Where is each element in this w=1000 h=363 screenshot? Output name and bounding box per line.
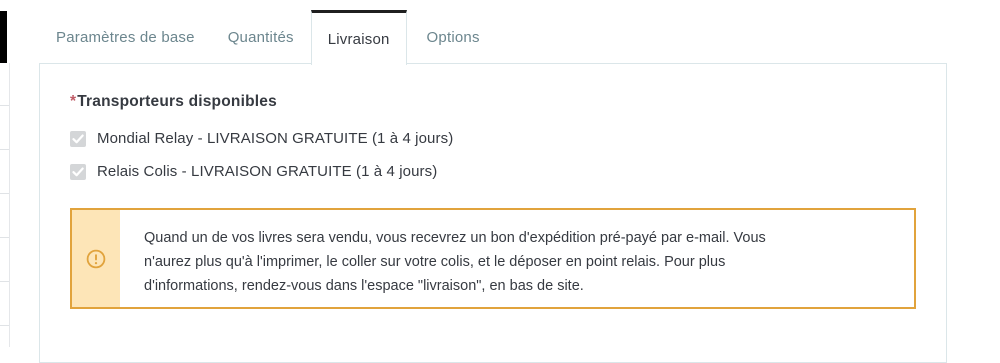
- alert-line: Quand un de vos livres sera vendu, vous …: [144, 230, 766, 246]
- alert-line: n'aurez plus qu'à l'imprimer, le coller …: [144, 254, 726, 270]
- section-title-text: Transporteurs disponibles: [77, 93, 277, 110]
- alert-line: d'informations, rendez-vous dans l'espac…: [144, 278, 584, 294]
- warning-circle-icon: [86, 249, 106, 268]
- carrier-label[interactable]: Mondial Relay - LIVRAISON GRATUITE (1 à …: [97, 130, 453, 147]
- alert-message: Quand un de vos livres sera vendu, vous …: [120, 210, 914, 307]
- tab-quantites[interactable]: Quantités: [212, 10, 311, 64]
- alert-icon-column: [72, 210, 120, 307]
- checkmark-icon: [72, 167, 84, 176]
- sidebar-divider: [9, 63, 10, 347]
- tab-options[interactable]: Options: [407, 10, 500, 64]
- carrier-label[interactable]: Relais Colis - LIVRAISON GRATUITE (1 à 4…: [97, 163, 437, 180]
- carrier-option-relais-colis[interactable]: Relais Colis - LIVRAISON GRATUITE (1 à 4…: [70, 163, 437, 180]
- carrier-option-mondial-relay[interactable]: Mondial Relay - LIVRAISON GRATUITE (1 à …: [70, 130, 453, 147]
- carrier-checkbox[interactable]: [70, 130, 86, 147]
- sidebar-edge-bar: [0, 11, 7, 63]
- checkmark-icon: [72, 134, 84, 143]
- shipping-info-alert: Quand un de vos livres sera vendu, vous …: [70, 208, 916, 309]
- section-title: *Transporteurs disponibles: [70, 93, 277, 111]
- tab-parametres-de-base[interactable]: Paramètres de base: [39, 10, 212, 64]
- required-marker: *: [70, 93, 77, 110]
- product-tabs: Paramètres de base Quantités Livraison O…: [39, 10, 500, 65]
- tab-livraison[interactable]: Livraison: [310, 10, 407, 65]
- carrier-checkbox[interactable]: [70, 163, 86, 180]
